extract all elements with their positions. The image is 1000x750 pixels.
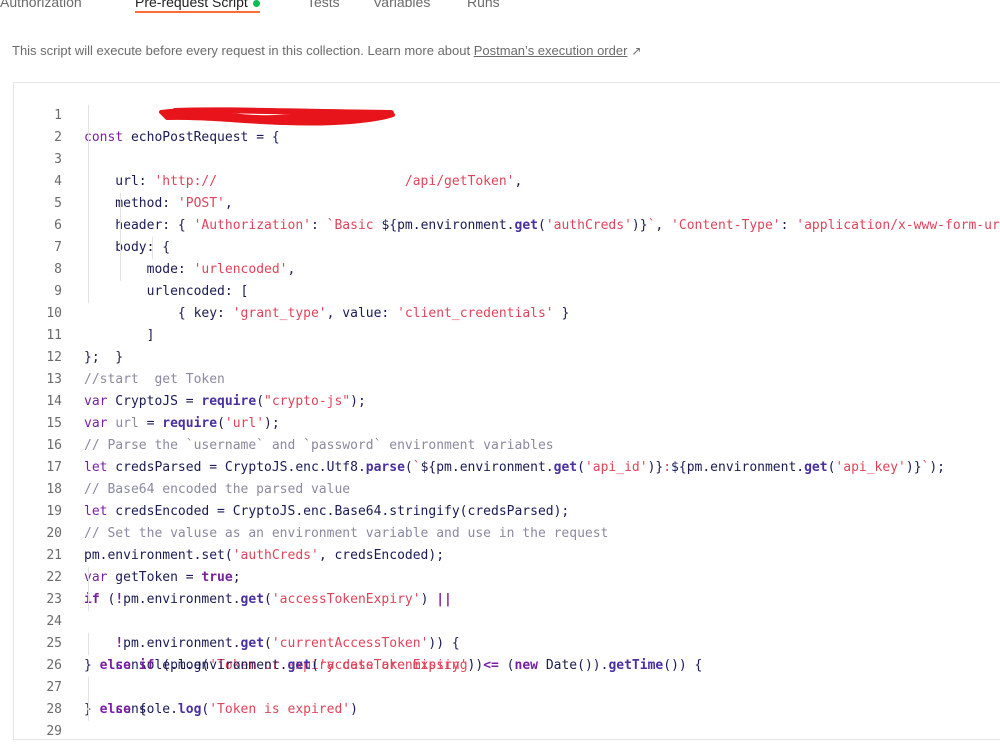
active-indicator-dot: [252, 0, 260, 7]
execution-order-link[interactable]: Postman’s execution order: [474, 43, 628, 58]
code-line: 16 let credsParsed = CryptoJS.enc.Utf8.p…: [14, 413, 1000, 475]
code-line: 22 if (!pm.environment.get('accessTokenE…: [14, 545, 1000, 607]
code-line: 24 console.log('Token or expiry date are…: [14, 589, 1000, 673]
code-line: 17 // Base64 encoded the parsed value: [14, 435, 1000, 497]
code-line: 12 //start get Token: [14, 325, 1000, 387]
code-line: 25 } else if (pm.environment.get('access…: [14, 611, 1000, 673]
code-line: 5 body: {: [14, 171, 1000, 255]
code-line: 14 var url = require('url');: [14, 369, 1000, 431]
code-line: 21 var getToken = true;: [14, 523, 1000, 585]
script-tabs: Authorization Pre-request Script Tests V…: [0, 0, 1000, 14]
code-line: 26 console.log('Token is expired'): [14, 633, 1000, 717]
tab-tests[interactable]: Tests: [307, 0, 340, 14]
code-line: 10 }: [14, 281, 1000, 365]
code-line: 28 getToken = false;: [14, 677, 1000, 717]
code-line: 23 !pm.environment.get('currentAccessTok…: [14, 567, 1000, 651]
tab-label: Pre-request Script: [135, 0, 248, 10]
code-line: 4 header: { 'Authorization': `Basic ${pm…: [14, 149, 1000, 233]
redaction-scribble: [159, 107, 395, 126]
code-line: 1 const echoPostRequest = {: [14, 83, 1000, 145]
code-line: 9 ]: [14, 259, 1000, 343]
code-line: 19 // Set the valuse as an environment v…: [14, 479, 1000, 541]
code-line: 20 pm.environment.set('authCreds', creds…: [14, 501, 1000, 563]
code-line: 6 mode: 'urlencoded',: [14, 193, 1000, 277]
tab-variables[interactable]: Variables: [373, 0, 430, 14]
script-description: This script will execute before every re…: [12, 43, 641, 58]
code-editor[interactable]: 1 const echoPostRequest = { 2 url: 'http…: [13, 82, 1000, 740]
description-text: This script will execute before every re…: [12, 43, 474, 58]
tab-authorization[interactable]: Authorization: [0, 0, 82, 14]
code-line: 3 method: 'POST',: [14, 127, 1000, 211]
code-line: 30 }: [14, 721, 1000, 739]
tab-runs[interactable]: Runs: [467, 0, 500, 14]
code-line: 27 } else {: [14, 655, 1000, 717]
code-line: 13 var CryptoJS = require("crypto-js");: [14, 347, 1000, 409]
code-line: 7 urlencoded: [: [14, 215, 1000, 299]
code-line: 15 // Parse the `username` and `password…: [14, 391, 1000, 453]
external-link-icon: ↗: [631, 44, 642, 58]
code-line: 29 console.log('Token and expiry date ar…: [14, 699, 1000, 739]
tab-pre-request-script[interactable]: Pre-request Script: [135, 0, 260, 14]
code-line: 11 };: [14, 303, 1000, 365]
code-line: 18 let credsEncoded = CryptoJS.enc.Base6…: [14, 457, 1000, 519]
code-line: 8 { key: 'grant_type', value: 'client_cr…: [14, 237, 1000, 321]
